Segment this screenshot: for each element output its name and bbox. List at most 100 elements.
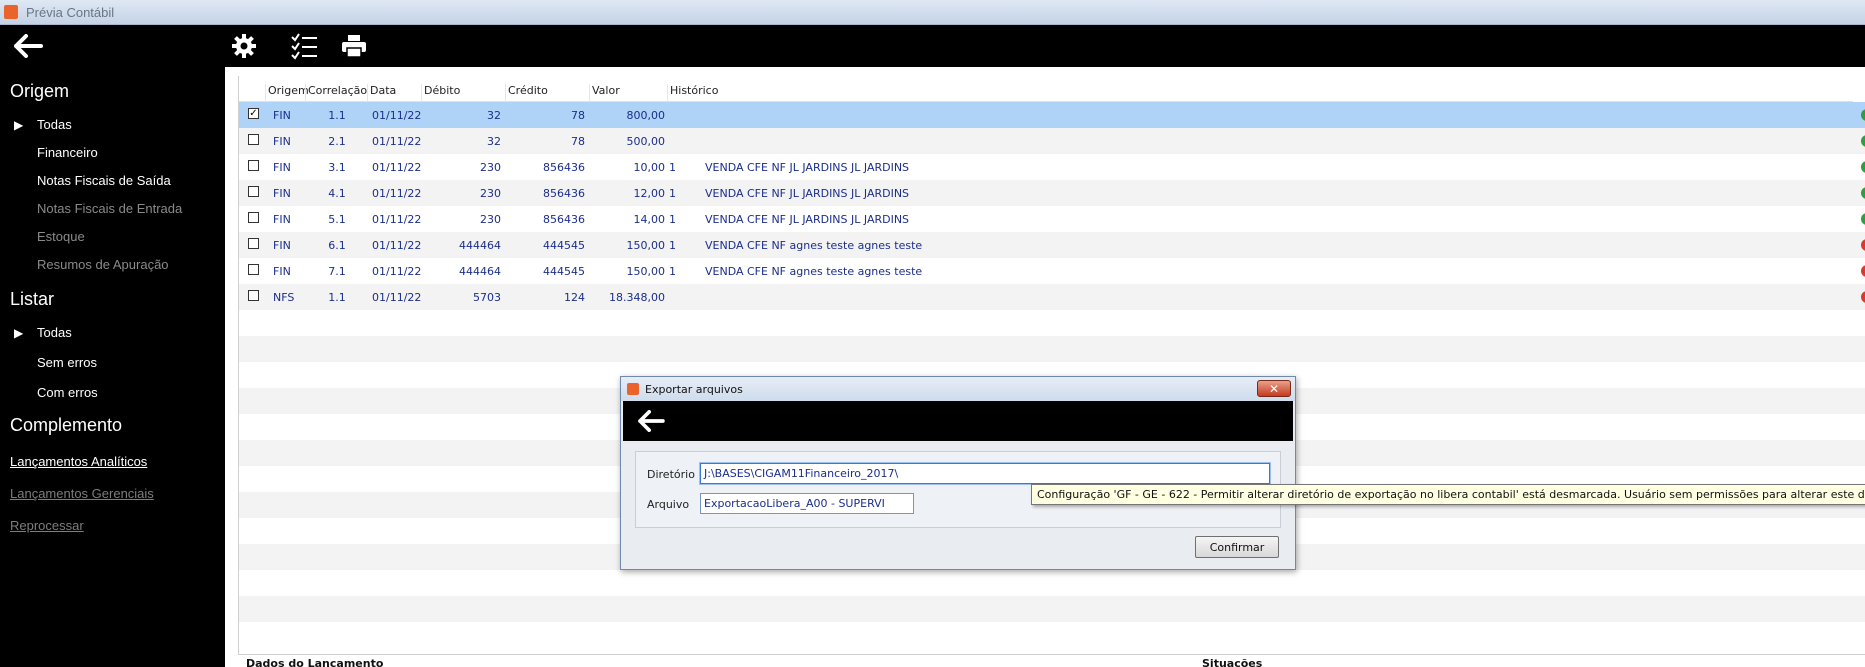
cell-origem: FIN — [273, 135, 291, 148]
table-row[interactable]: FIN 4.1 01/11/22 230 856436 12,00 1 VENDA CFE N… — [239, 180, 1865, 206]
sidebar-origem-todas[interactable]: Todas — [37, 117, 72, 132]
cell-flag: 1 — [669, 239, 676, 252]
table-row[interactable]: FIN 3.1 01/11/22 230 856436 10,00 1 VENDA CFE N… — [239, 154, 1865, 180]
table-row — [239, 570, 1865, 596]
sidebar-origem-financeiro[interactable]: Financeiro — [37, 145, 98, 160]
cell-valor: 14,00 — [633, 213, 666, 226]
row-checkbox[interactable] — [248, 238, 259, 249]
sidebar-listar-sem-erros[interactable]: Sem erros — [37, 355, 97, 370]
cell-debito: 444464 — [459, 265, 501, 278]
sidebar-origem-nf-entrada: Notas Fiscais de Entrada — [37, 201, 183, 216]
column-header-historico[interactable]: Histórico — [667, 84, 718, 102]
table-row[interactable]: FIN 5.1 01/11/22 230 856436 14,00 1 VENDA CFE N… — [239, 206, 1865, 232]
status-indicator-icon — [1861, 161, 1865, 173]
cell-debito: 32 — [487, 135, 501, 148]
cell-origem: FIN — [273, 213, 291, 226]
status-indicator-icon — [1861, 109, 1865, 121]
column-header-debito[interactable]: Débito — [421, 84, 460, 102]
settings-button[interactable] — [226, 30, 262, 62]
status-indicator-icon — [1861, 239, 1865, 251]
cell-credito: 856436 — [543, 187, 585, 200]
directory-input[interactable]: J:\BASES\CIGAM11Financeiro_2017\ — [700, 463, 1270, 484]
cell-credito: 124 — [564, 291, 585, 304]
row-checkbox[interactable]: ✓ — [248, 108, 259, 119]
column-header-valor[interactable]: Valor — [589, 84, 620, 102]
bottom-panel-headers: Dados do Lançamento Situações — [238, 654, 1865, 667]
cell-data: 01/11/22 — [372, 109, 422, 122]
column-header-data[interactable]: Data — [367, 84, 396, 102]
cell-historico: VENDA CFE NF JL JARDINS JL JARDINS — [705, 213, 910, 226]
cell-historico: VENDA CFE NF agnes teste agnes teste — [705, 239, 923, 252]
column-header-credito[interactable]: Crédito — [505, 84, 548, 102]
arrow-left-icon — [14, 34, 43, 58]
row-checkbox[interactable] — [248, 264, 259, 275]
row-checkbox[interactable] — [248, 290, 259, 301]
table-row[interactable]: FIN 7.1 01/11/22 444464 444545 150,00 1 VENDA C… — [239, 258, 1865, 284]
cell-valor: 150,00 — [626, 265, 666, 278]
cell-data: 01/11/22 — [372, 187, 422, 200]
checklist-button[interactable] — [286, 30, 322, 62]
directory-label: Diretório — [647, 468, 695, 481]
cell-data: 01/11/22 — [372, 291, 422, 304]
cell-correlacao: 1.1 — [328, 291, 346, 304]
back-button[interactable] — [8, 30, 48, 62]
dialog-title: Exportar arquivos — [645, 382, 743, 396]
sidebar-section-listar: Listar — [10, 289, 55, 309]
close-icon: ✕ — [1268, 381, 1280, 396]
cell-valor: 10,00 — [633, 161, 666, 174]
cell-flag: 1 — [669, 187, 676, 200]
selected-arrow-icon: ▶ — [14, 118, 24, 132]
cell-valor: 150,00 — [626, 239, 666, 252]
row-checkbox[interactable] — [248, 160, 259, 171]
table-row — [239, 336, 1865, 362]
cell-debito: 230 — [480, 161, 501, 174]
dialog-toolbar — [623, 401, 1293, 441]
cell-debito: 32 — [487, 109, 501, 122]
sidebar: Origem ▶ Todas Financeiro Notas Fiscais … — [0, 67, 225, 667]
dialog-close-button[interactable]: ✕ — [1257, 380, 1291, 397]
cell-data: 01/11/22 — [372, 135, 422, 148]
cell-valor: 18.348,00 — [609, 291, 665, 304]
arrow-left-icon — [638, 410, 665, 432]
dialog-back-button[interactable] — [633, 406, 669, 436]
cell-correlacao: 7.1 — [328, 265, 346, 278]
sidebar-origem-nf-saida[interactable]: Notas Fiscais de Saída — [37, 173, 171, 188]
link-lancamentos-analiticos[interactable]: Lançamentos Analíticos — [10, 454, 147, 469]
row-checkbox[interactable] — [248, 212, 259, 223]
file-input[interactable]: ExportacaoLibera_A00 - SUPERVI — [700, 493, 914, 514]
table-row — [239, 596, 1865, 622]
cell-origem: FIN — [273, 109, 291, 122]
cell-valor: 500,00 — [626, 135, 666, 148]
cell-debito: 5703 — [473, 291, 501, 304]
column-header-correlacao[interactable]: Correlação — [305, 84, 367, 102]
cell-flag: 1 — [669, 161, 676, 174]
status-indicator-icon — [1861, 187, 1865, 199]
cell-data: 01/11/22 — [372, 265, 422, 278]
table-row[interactable]: ✓ FIN 1.1 01/11/22 32 78 800,00 — [239, 102, 1865, 128]
permission-tooltip: Configuração 'GF - GE - 622 - Permitir a… — [1031, 484, 1865, 505]
row-checkbox[interactable] — [248, 186, 259, 197]
window-titlebar: Prévia Contábil — [0, 0, 1865, 25]
cell-data: 01/11/22 — [372, 161, 422, 174]
app-logo-icon — [4, 5, 18, 19]
table-row[interactable]: NFS 1.1 01/11/22 5703 124 18.348,00 — [239, 284, 1865, 310]
table-row[interactable]: FIN 6.1 01/11/22 444464 444545 150,00 1 VENDA C… — [239, 232, 1865, 258]
cell-historico: VENDA CFE NF JL JARDINS JL JARDINS — [705, 161, 910, 174]
print-button[interactable] — [336, 30, 372, 62]
sidebar-listar-todas[interactable]: Todas — [37, 325, 72, 340]
link-lancamentos-gerenciais: Lançamentos Gerenciais — [10, 486, 154, 501]
sidebar-section-origem: Origem — [10, 81, 70, 101]
column-header-origem[interactable]: Origem — [265, 84, 309, 102]
cell-data: 01/11/22 — [372, 213, 422, 226]
cell-credito: 856436 — [543, 213, 585, 226]
row-checkbox[interactable] — [248, 134, 259, 145]
cell-debito: 444464 — [459, 239, 501, 252]
cell-credito: 78 — [571, 109, 585, 122]
sidebar-listar-com-erros[interactable]: Com erros — [37, 385, 98, 400]
export-dialog: Exportar arquivos ✕ Diretório J:\BASES\C… — [620, 376, 1296, 570]
dialog-titlebar[interactable]: Exportar arquivos ✕ — [621, 377, 1295, 401]
table-row — [239, 622, 1865, 648]
table-row[interactable]: FIN 2.1 01/11/22 32 78 500,00 — [239, 128, 1865, 154]
cell-correlacao: 1.1 — [328, 109, 346, 122]
confirm-button[interactable]: Confirmar — [1195, 536, 1279, 558]
